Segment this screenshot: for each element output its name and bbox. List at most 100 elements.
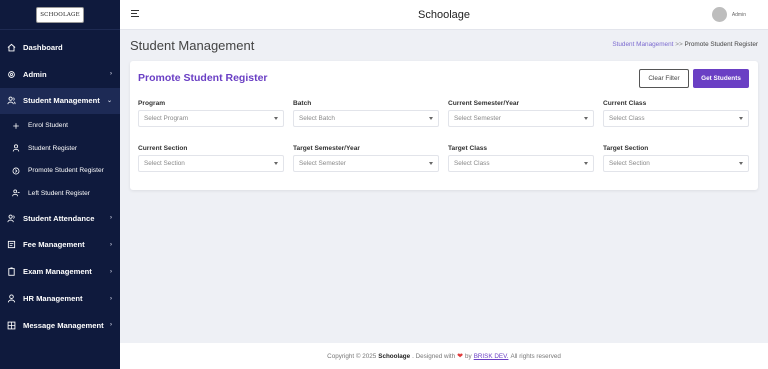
current-class-field: Current Class Select Class <box>603 100 749 127</box>
card-title: Promote Student Register <box>138 72 268 84</box>
footer-brand: Schoolage <box>378 352 411 360</box>
current-class-select[interactable]: Select Class <box>603 110 749 127</box>
sidebar-item-label: HR Management <box>23 294 83 304</box>
select-placeholder: Select Semester <box>454 115 501 122</box>
breadcrumb: Student Management >> Promote Student Re… <box>612 41 758 48</box>
user-icon <box>7 294 16 303</box>
field-label: Batch <box>293 100 312 107</box>
sidebar-subitem-left-student-register[interactable]: Left Student Register <box>0 182 120 205</box>
field-label: Target Class <box>448 145 488 152</box>
field-label: Target Semester/Year <box>293 145 360 152</box>
select-placeholder: Select Semester <box>299 160 346 167</box>
sidebar-item-dashboard[interactable]: Dashboard <box>0 34 120 61</box>
chevron-down-icon: ⌄ <box>106 98 112 105</box>
user-minus-icon <box>12 189 20 197</box>
select-placeholder: Select Class <box>609 115 645 122</box>
sidebar-item-admin[interactable]: Admin › <box>0 61 120 88</box>
current-semester-field: Current Semester/Year Select Semester <box>448 100 594 127</box>
field-label: Current Semester/Year <box>448 100 520 107</box>
chevron-right-icon: › <box>110 322 112 329</box>
program-field: Program Select Program <box>138 100 284 127</box>
sidebar-item-label: Student Attendance <box>23 213 95 223</box>
sidebar-item-message-management[interactable]: Message Management › <box>0 312 120 339</box>
breadcrumb-separator: >> <box>675 41 683 48</box>
topbar: Schoolage Admin <box>120 0 768 30</box>
current-semester-select[interactable]: Select Semester <box>448 110 594 127</box>
user-name: Admin <box>731 11 746 18</box>
users-icon <box>7 214 16 223</box>
sidebar-item-student-management[interactable]: Student Management ⌄ <box>0 87 120 115</box>
sidebar-item-label: Fee Management <box>23 240 85 250</box>
breadcrumb-current: Promote Student Register <box>684 41 758 48</box>
clipboard-icon <box>7 267 16 276</box>
sidebar-item-label: Message Management <box>23 320 104 330</box>
batch-field: Batch Select Batch <box>293 100 439 127</box>
get-students-button[interactable]: Get Students <box>693 69 749 88</box>
current-section-select[interactable]: Select Section <box>138 155 284 172</box>
sidebar-item-fee-management[interactable]: Fee Management › <box>0 232 120 259</box>
promote-card: Promote Student Register Clear Filter Ge… <box>130 61 758 190</box>
users-icon <box>7 96 16 105</box>
app-title: Schoolage <box>418 8 470 21</box>
clear-filter-button[interactable]: Clear Filter <box>639 69 689 88</box>
current-section-field: Current Section Select Section <box>138 145 284 172</box>
target-class-field: Target Class Select Class <box>448 145 594 172</box>
sidebar-item-label: Dashboard <box>23 42 63 52</box>
grid-icon <box>7 321 16 330</box>
footer-designed-with: . Designed with <box>412 352 456 360</box>
chevron-right-icon: › <box>110 241 112 248</box>
circle-arrow-icon <box>12 167 20 175</box>
caret-down-icon <box>429 117 433 120</box>
footer-dev-link[interactable]: BRISK DEV. <box>474 353 509 360</box>
caret-down-icon <box>739 117 743 120</box>
chevron-right-icon: › <box>110 268 112 275</box>
sidebar-subitem-label: Promote Student Register <box>28 167 104 175</box>
logo[interactable]: SCHOOLAGE <box>36 6 84 23</box>
sidebar-subitem-enrol-student[interactable]: Enrol Student <box>0 114 120 137</box>
home-icon <box>7 43 16 52</box>
select-placeholder: Select Section <box>144 160 185 167</box>
footer-copyright: Copyright © 2025 <box>327 352 377 360</box>
select-placeholder: Select Class <box>454 160 490 167</box>
field-label: Current Class <box>603 100 647 107</box>
sidebar-subitem-label: Student Register <box>28 144 78 152</box>
select-placeholder: Select Batch <box>299 115 335 122</box>
target-section-select[interactable]: Select Section <box>603 155 749 172</box>
caret-down-icon <box>274 117 278 120</box>
sidebar-item-label: Exam Management <box>23 267 92 277</box>
target-semester-field: Target Semester/Year Select Semester <box>293 145 439 172</box>
sidebar-item-hr-management[interactable]: HR Management › <box>0 285 120 312</box>
target-class-select[interactable]: Select Class <box>448 155 594 172</box>
plus-icon <box>12 122 20 130</box>
sidebar-nav: Dashboard Admin › Student Management ⌄ E… <box>0 30 120 339</box>
logo-text: SCHOOLAGE <box>40 11 80 18</box>
logo-bar: SCHOOLAGE <box>0 0 120 30</box>
batch-select[interactable]: Select Batch <box>293 110 439 127</box>
heart-icon: ❤ <box>457 353 464 360</box>
breadcrumb-link[interactable]: Student Management <box>612 41 673 48</box>
field-label: Program <box>138 100 166 107</box>
user-icon <box>12 144 20 152</box>
chevron-right-icon: › <box>110 295 112 302</box>
sidebar-subitem-label: Left Student Register <box>28 189 90 197</box>
caret-down-icon <box>584 117 588 120</box>
select-placeholder: Select Section <box>609 160 650 167</box>
gear-icon <box>7 70 16 79</box>
chevron-right-icon: › <box>110 71 112 78</box>
sidebar-subitem-label: Enrol Student <box>28 122 68 130</box>
sidebar-item-label: Student Management <box>23 96 100 106</box>
select-placeholder: Select Program <box>144 115 189 122</box>
footer: Copyright © 2025 Schoolage . Designed wi… <box>120 343 768 369</box>
sidebar-item-exam-management[interactable]: Exam Management › <box>0 258 120 285</box>
target-semester-select[interactable]: Select Semester <box>293 155 439 172</box>
sidebar-subitem-student-register[interactable]: Student Register <box>0 137 120 160</box>
user-menu[interactable]: Admin <box>711 7 746 22</box>
sidebar: SCHOOLAGE Dashboard Admin › Student Mana… <box>0 0 120 369</box>
receipt-icon <box>7 240 16 249</box>
program-select[interactable]: Select Program <box>138 110 284 127</box>
footer-rights: All rights reserved <box>510 352 561 360</box>
avatar[interactable] <box>711 7 727 22</box>
sidebar-subitem-promote-student-register[interactable]: Promote Student Register <box>0 160 120 183</box>
sidebar-item-student-attendance[interactable]: Student Attendance › <box>0 205 120 232</box>
field-label: Target Section <box>603 145 649 152</box>
